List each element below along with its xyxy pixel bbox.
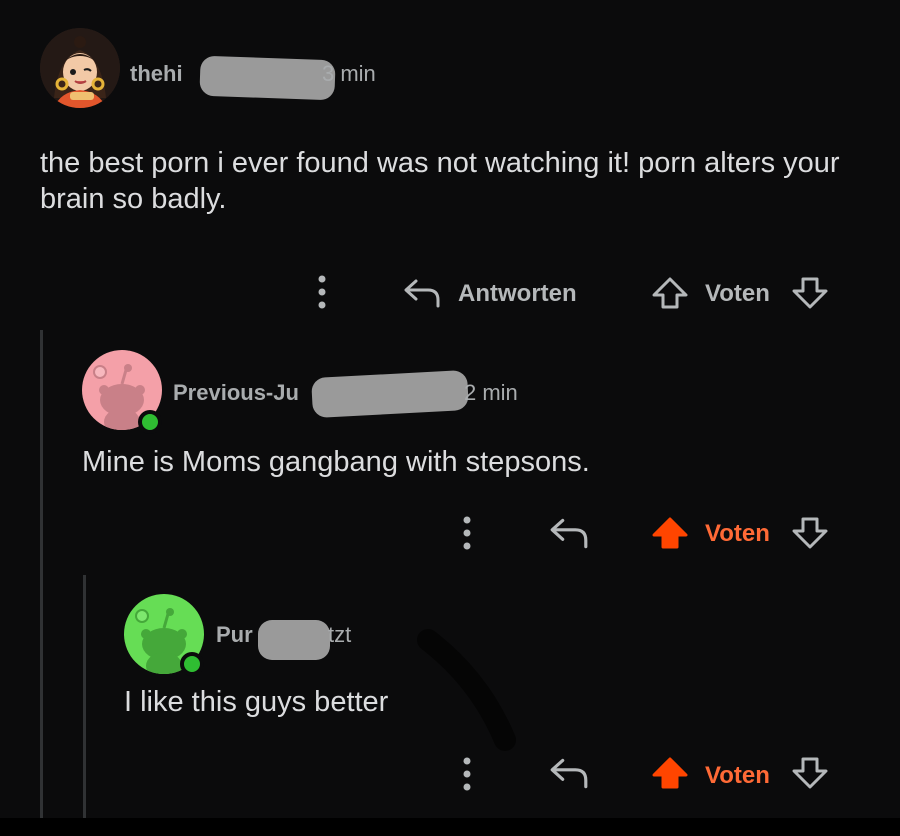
upvote-arrow-icon: [652, 277, 688, 309]
vote-label: Voten: [705, 280, 770, 307]
online-status-icon: [180, 652, 204, 676]
reply-button[interactable]: [548, 756, 590, 790]
vote-label: Voten: [705, 520, 770, 547]
upvote-button[interactable]: [650, 276, 690, 310]
username-redaction: [258, 620, 330, 660]
downvote-button[interactable]: [790, 516, 830, 550]
comment-1: thehi 3 min the best porn i ever found w…: [0, 0, 900, 320]
comment-timestamp: 3 min: [322, 61, 376, 86]
scribble-mark: [417, 629, 516, 751]
comment-username[interactable]: thehi: [130, 61, 183, 87]
more-options-button[interactable]: [459, 756, 475, 792]
upvote-button[interactable]: [650, 516, 690, 550]
upvote-arrow-icon: [652, 517, 688, 549]
comment-timestamp: 2 min: [464, 380, 518, 405]
reply-button[interactable]: Antworten: [402, 276, 592, 310]
more-vertical-icon: [463, 516, 471, 550]
downvote-button[interactable]: [790, 276, 830, 310]
username-redaction: [311, 369, 469, 419]
comment-timestamp: tzt: [328, 622, 352, 647]
comment-2: Previous-Ju 2 min Mine is Moms gangbang …: [0, 340, 900, 570]
reply-arrow-icon: [550, 758, 588, 789]
username-redaction: [199, 55, 336, 101]
comment-username[interactable]: Previous-Ju: [173, 380, 299, 406]
more-options-button[interactable]: [459, 515, 475, 551]
reply-label: Antworten: [458, 280, 577, 307]
screen-bottom-bar: [0, 818, 900, 836]
comment-body: the best porn i ever found was not watch…: [40, 147, 840, 215]
upvote-button[interactable]: [650, 756, 690, 790]
more-options-button[interactable]: [314, 274, 330, 310]
comment-body: Mine is Moms gangbang with stepsons.: [82, 446, 590, 478]
downvote-arrow-icon: [792, 517, 828, 549]
more-vertical-icon: [463, 757, 471, 791]
reply-arrow-icon: [404, 279, 440, 308]
online-status-icon: [138, 410, 162, 434]
cartoon-avatar-icon: [40, 28, 120, 108]
downvote-arrow-icon: [792, 757, 828, 789]
downvote-button[interactable]: [790, 756, 830, 790]
vote-label: Voten: [705, 762, 770, 789]
reply-arrow-icon: [550, 518, 588, 549]
comment-username[interactable]: Pur: [216, 622, 253, 648]
more-vertical-icon: [318, 275, 326, 309]
reply-button[interactable]: [548, 516, 590, 550]
downvote-arrow-icon: [792, 277, 828, 309]
upvote-arrow-icon: [652, 757, 688, 789]
user-avatar[interactable]: [40, 28, 120, 108]
